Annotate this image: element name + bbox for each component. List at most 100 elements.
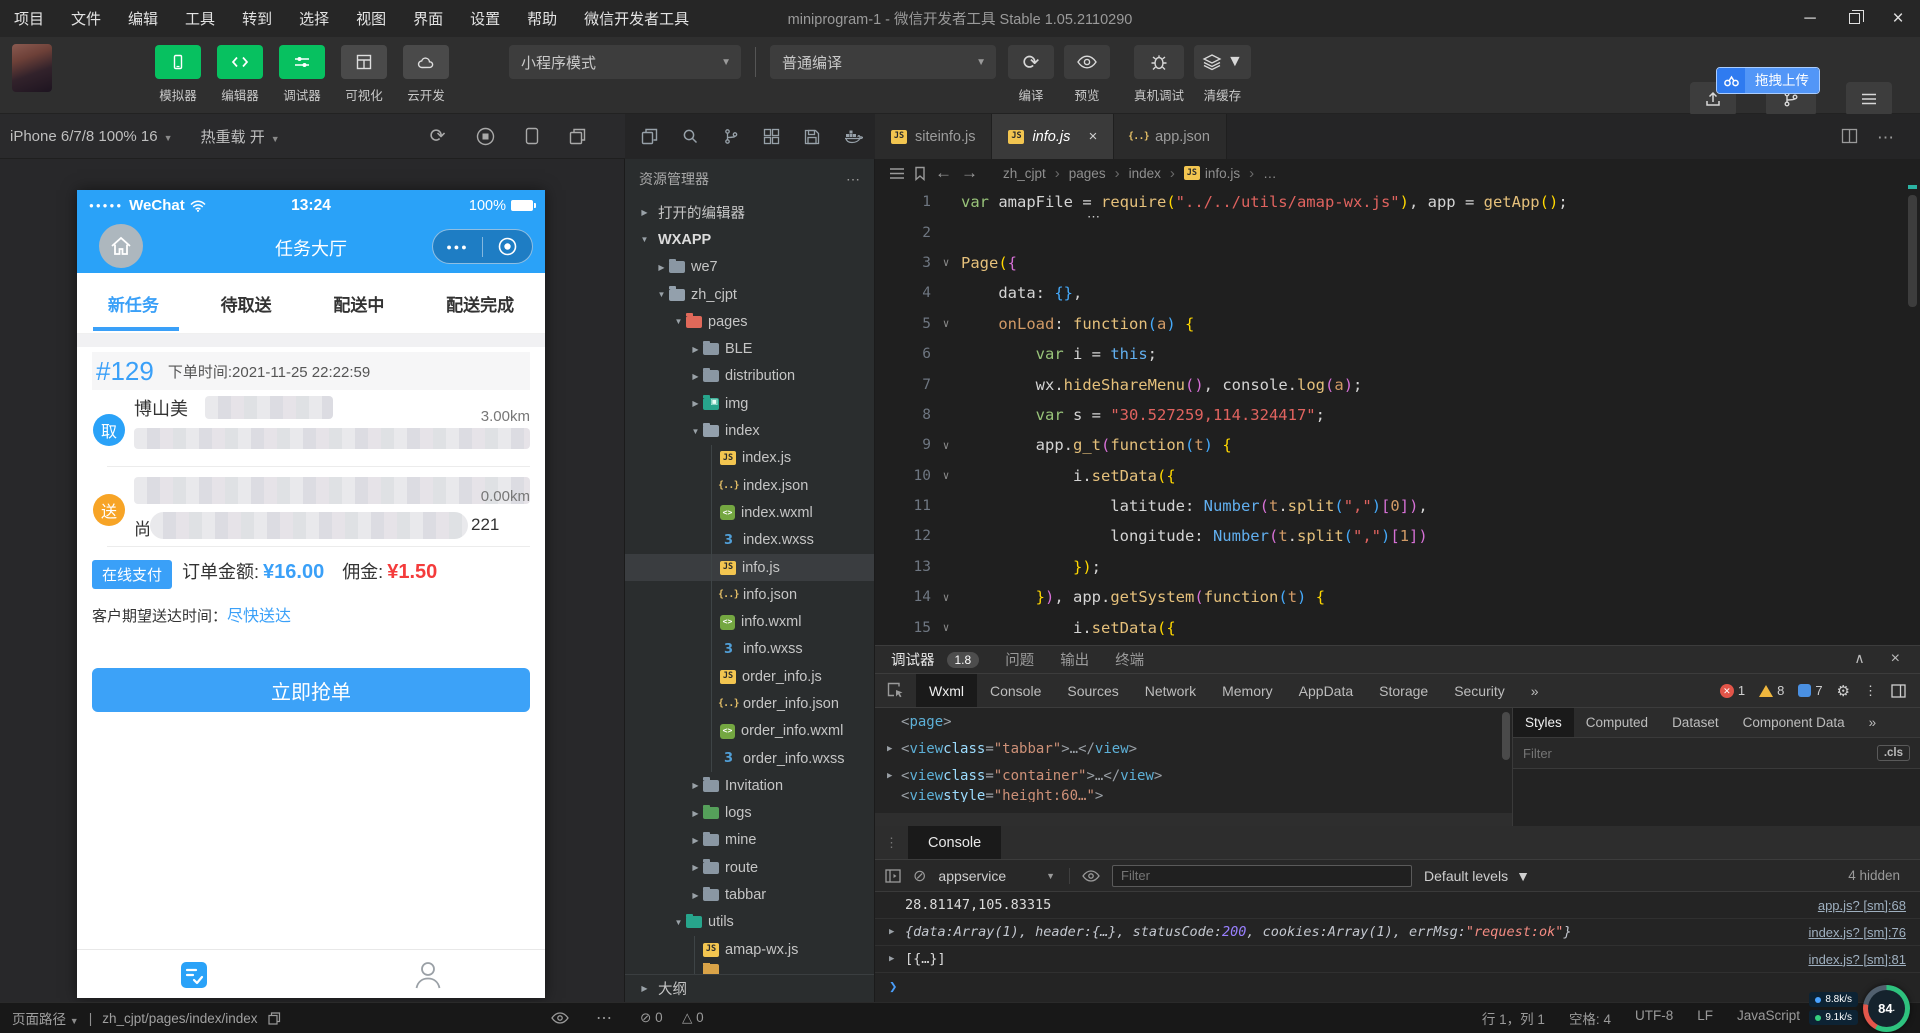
breadcrumb-item-…[interactable]: … — [1263, 166, 1277, 181]
fold-chevron-icon[interactable]: ∨ — [931, 439, 961, 452]
tree-item-mine[interactable]: ▶mine — [625, 827, 874, 854]
menu-item-工具[interactable]: 工具 — [185, 8, 215, 29]
exit-miniprogram-button[interactable] — [483, 237, 532, 256]
debugger-menu-输出[interactable]: 输出 — [1060, 649, 1089, 670]
menu-item-帮助[interactable]: 帮助 — [527, 8, 557, 29]
mode-select[interactable]: 小程序模式▼ — [509, 45, 741, 79]
encoding[interactable]: UTF-8 — [1635, 1008, 1673, 1028]
wxml-element-tree[interactable]: <page>▶<view class="tabbar">…</view>▶<vi… — [875, 708, 1512, 826]
tree-item-打开的编辑器[interactable]: ▶打开的编辑器 — [625, 199, 874, 226]
avatar[interactable] — [12, 44, 52, 92]
tree-item-route[interactable]: ▶route — [625, 854, 874, 881]
drag-upload-badge[interactable]: 拖拽上传 — [1716, 67, 1820, 94]
debugger-menu-问题[interactable]: 问题 — [1005, 649, 1034, 670]
expand-arrow-icon[interactable]: ▶ — [889, 927, 905, 937]
menu-item-编辑[interactable]: 编辑 — [128, 8, 158, 29]
editor-tab-app.json[interactable]: {..}app.json — [1114, 114, 1227, 159]
docker-icon[interactable] — [844, 129, 863, 144]
sidebar-toggle-icon[interactable] — [885, 869, 901, 883]
devtools-tab-Memory[interactable]: Memory — [1209, 674, 1286, 707]
log-levels-select[interactable]: Default levels▼ — [1424, 868, 1530, 884]
styles-tab-Dataset[interactable]: Dataset — [1660, 708, 1731, 737]
tree-item-pages[interactable]: ▼pages — [625, 308, 874, 335]
editor-tab-siteinfo.js[interactable]: JSsiteinfo.js — [875, 114, 992, 159]
fold-chevron-icon[interactable]: ∨ — [931, 317, 961, 330]
console-log-row[interactable]: ▶[{…}]index.js? [sm]:81 — [875, 946, 1920, 973]
editor-tab-info.js[interactable]: JSinfo.js× — [992, 114, 1114, 159]
menu-item-文件[interactable]: 文件 — [71, 8, 101, 29]
tree-item-utils[interactable]: ▼utils — [625, 909, 874, 936]
tree-item-index[interactable]: ▼index — [625, 417, 874, 444]
task-list-tab-icon[interactable] — [179, 960, 209, 990]
error-count[interactable]: ✕1 — [1720, 683, 1745, 698]
collapse-panel-icon[interactable]: ∧ — [1854, 650, 1864, 668]
menu-item-选择[interactable]: 选择 — [299, 8, 329, 29]
menu-item-视图[interactable]: 视图 — [356, 8, 386, 29]
tree-item-info.wxss[interactable]: 3info.wxss — [625, 636, 874, 663]
compile-mode-select[interactable]: 普通编译▼ — [770, 45, 996, 79]
tree-item-index.js[interactable]: JSindex.js — [625, 445, 874, 472]
tree-item-partial[interactable] — [625, 963, 874, 974]
more-icon[interactable]: ⋯ — [596, 1008, 612, 1028]
toolbar-button-编辑器[interactable]: 编辑器 — [217, 45, 263, 104]
console-filter-input[interactable] — [1112, 865, 1412, 887]
tree-item-we7[interactable]: ▶we7 — [625, 254, 874, 281]
menu-item-界面[interactable]: 界面 — [413, 8, 443, 29]
code-area[interactable]: 1var amapFile = require("../../utils/ama… — [875, 187, 1908, 645]
remote-debug-button[interactable]: 真机调试 — [1134, 45, 1184, 104]
styles-tab-Styles[interactable]: Styles — [1513, 708, 1574, 737]
tree-item-info.wxml[interactable]: <>info.wxml — [625, 608, 874, 635]
tree-item-info.js[interactable]: JSinfo.js — [625, 554, 874, 581]
breadcrumb-item-info.js[interactable]: JSinfo.js — [1184, 166, 1240, 181]
outline-section[interactable]: ▶ 大纲 — [625, 974, 874, 1002]
more-menu-button[interactable]: ●●● — [433, 242, 482, 252]
menu-item-设置[interactable]: 设置 — [470, 8, 500, 29]
device-select[interactable]: iPhone 6/7/8 100% 16▼ — [10, 128, 173, 145]
debugger-title[interactable]: 调试器 — [891, 649, 935, 670]
debugger-menu-终端[interactable]: 终端 — [1115, 649, 1144, 670]
source-link[interactable]: index.js? [sm]:81 — [1808, 952, 1906, 967]
rotate-device-icon[interactable] — [525, 127, 539, 145]
styles-tab-»[interactable]: » — [1857, 708, 1889, 737]
stop-icon[interactable] — [476, 127, 495, 146]
context-select[interactable]: appservice▼ — [938, 868, 1070, 884]
devtools-tab-AppData[interactable]: AppData — [1286, 674, 1366, 707]
eye-icon[interactable] — [551, 1012, 569, 1024]
fold-chevron-icon[interactable]: ∨ — [931, 256, 961, 269]
tree-item-tabbar[interactable]: ▶tabbar — [625, 881, 874, 908]
indent-setting[interactable]: 空格: 4 — [1569, 1008, 1611, 1028]
element-node[interactable]: ▶<view class="tabbar">…</view> — [875, 735, 1512, 762]
explorer-more-icon[interactable]: ⋯ — [846, 171, 860, 188]
bookmark-icon[interactable] — [914, 166, 926, 181]
grab-order-button[interactable]: 立即抢单 — [92, 668, 530, 712]
fold-chevron-icon[interactable]: ∨ — [931, 469, 961, 482]
tree-item-index.json[interactable]: {..}index.json — [625, 472, 874, 499]
tree-item-img[interactable]: ▶img — [625, 390, 874, 417]
editor-scrollbar[interactable] — [1908, 195, 1917, 307]
dock-side-icon[interactable] — [1891, 684, 1906, 698]
elements-vscrollbar[interactable] — [1502, 712, 1510, 760]
elements-hscrollbar[interactable] — [875, 813, 1512, 826]
eol[interactable]: LF — [1697, 1008, 1713, 1028]
hot-reload-toggle[interactable]: 热重载 开▼ — [201, 126, 280, 147]
kebab-menu-icon[interactable]: ⋮ — [1864, 683, 1877, 699]
devtools-tab-Storage[interactable]: Storage — [1366, 674, 1441, 707]
copy-icon[interactable] — [268, 1012, 281, 1025]
console-log-row[interactable]: ▶{data: Array(1), header: {…}, statusCod… — [875, 919, 1920, 946]
refresh-simulator-icon[interactable]: ⟳ — [430, 125, 446, 148]
problems-warnings[interactable]: △ 0 — [682, 1010, 704, 1026]
drag-handle-icon[interactable]: ⋮ — [875, 826, 908, 859]
files-icon[interactable] — [641, 128, 658, 145]
phone-tab-待取送[interactable]: 待取送 — [221, 291, 272, 316]
toolbar-button-调试器[interactable]: 调试器 — [279, 45, 325, 104]
tree-item-zh_cjpt[interactable]: ▼zh_cjpt — [625, 281, 874, 308]
element-picker-icon[interactable] — [875, 674, 916, 707]
settings-gear-icon[interactable]: ⚙ — [1837, 682, 1850, 700]
more-actions-icon[interactable]: ⋯ — [1877, 128, 1894, 148]
expand-arrow-icon[interactable]: ▶ — [889, 954, 905, 964]
tree-item-amap-wx.js[interactable]: JSamap-wx.js — [625, 936, 874, 963]
devtools-tab-Wxml[interactable]: Wxml — [916, 674, 977, 707]
tree-item-info.json[interactable]: {..}info.json — [625, 581, 874, 608]
outline-list-icon[interactable] — [889, 167, 905, 180]
close-tab-icon[interactable]: × — [1088, 128, 1097, 145]
